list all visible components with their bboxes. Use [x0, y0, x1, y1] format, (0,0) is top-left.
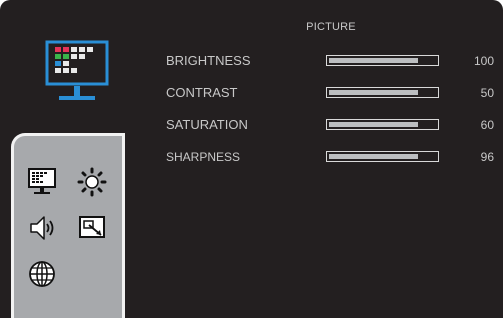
- saturation-row[interactable]: SATURATION 60: [166, 116, 496, 134]
- brightness-row[interactable]: BRIGHTNESS 100: [166, 52, 496, 70]
- contrast-row[interactable]: CONTRAST 50: [166, 84, 496, 102]
- contrast-slider-fill: [329, 90, 418, 95]
- saturation-slider[interactable]: [326, 119, 439, 130]
- contrast-label: CONTRAST: [166, 85, 238, 100]
- osd-menu: PICTURE BRIGHTNESS 100 CONTRAST 50 SATUR…: [0, 0, 503, 318]
- contrast-value: 50: [480, 86, 494, 100]
- brightness-slider[interactable]: [326, 55, 439, 66]
- menu-sidebar: [11, 133, 125, 318]
- picture-monitor-icon[interactable]: [27, 167, 57, 197]
- sharpness-row[interactable]: SHARPNESS 96: [166, 148, 496, 166]
- sharpness-slider-fill: [329, 154, 418, 159]
- saturation-slider-fill: [329, 122, 418, 127]
- brightness-slider-fill: [329, 58, 418, 63]
- globe-language-icon[interactable]: [27, 259, 57, 289]
- picture-monitor-icon: [45, 40, 109, 100]
- brightness-value: 100: [473, 54, 494, 68]
- saturation-label: SATURATION: [166, 117, 248, 132]
- speaker-sound-icon[interactable]: [27, 213, 57, 243]
- sharpness-label: SHARPNESS: [166, 150, 241, 164]
- brightness-label: BRIGHTNESS: [166, 53, 251, 68]
- sharpness-value: 96: [480, 150, 494, 164]
- saturation-value: 60: [480, 118, 494, 132]
- sharpness-slider[interactable]: [326, 151, 439, 162]
- screen-resize-icon[interactable]: [77, 213, 107, 243]
- contrast-slider[interactable]: [326, 87, 439, 98]
- brightness-sun-icon[interactable]: [77, 167, 107, 197]
- menu-title: PICTURE: [306, 21, 356, 33]
